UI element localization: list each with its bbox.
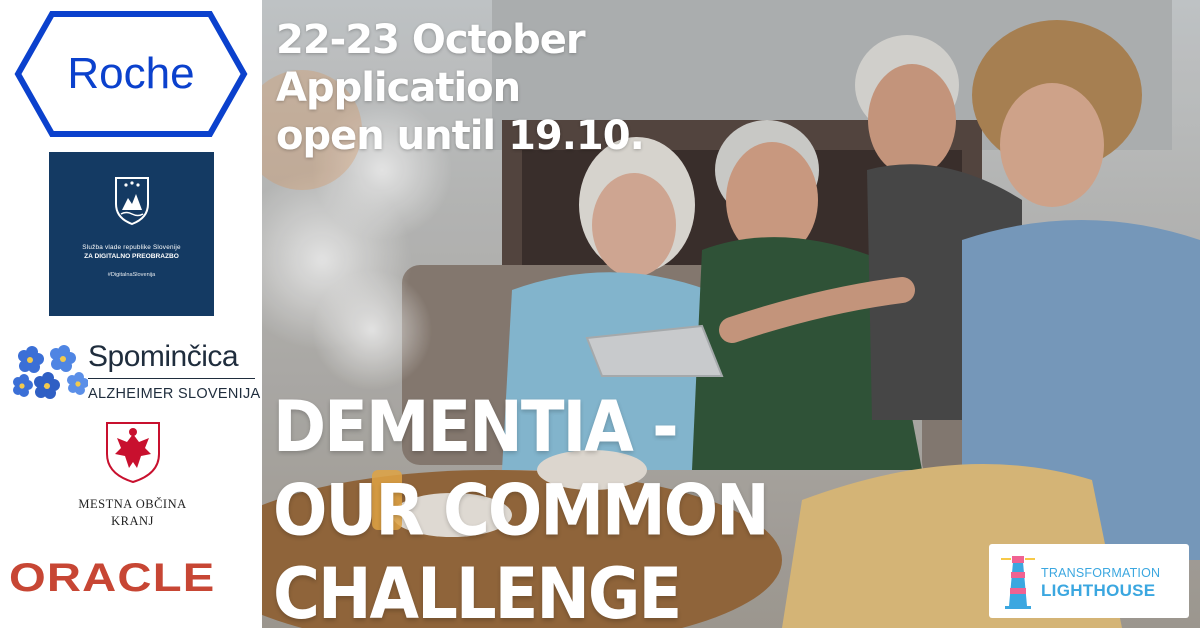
headline-date: 22-23 October <box>276 17 586 63</box>
title-line-2: OUR COMMON <box>273 470 770 553</box>
forget-me-not-icon <box>13 345 88 399</box>
sponsor-column: Roche Služba vlade republike Slovenije Z… <box>0 0 262 628</box>
roche-hexagon-icon: Roche <box>14 11 248 137</box>
kranj-line-2: KRANJ <box>111 514 154 528</box>
transformation-lighthouse-logo: TRANSFORMATION LIGHTHOUSE <box>989 544 1189 618</box>
spomincica-subtitle: ALZHEIMER SLOVENIJA <box>88 386 261 402</box>
spomincica-rule <box>88 378 255 379</box>
roche-logo: Roche <box>14 10 248 138</box>
lighthouse-line-1: TRANSFORMATION <box>1041 566 1161 580</box>
date-headline: 22-23 October Application open until 19.… <box>276 16 645 160</box>
gov-hashtag: #DigitalnaSlovenija <box>107 272 156 278</box>
title-line-1: DEMENTIA - <box>273 387 679 469</box>
headline-application: Application <box>276 65 521 111</box>
gov-line-2: ZA DIGITALNO PREOBRAZBO <box>84 253 179 260</box>
lighthouse-line-2: LIGHTHOUSE <box>1041 581 1156 600</box>
spomincica-name: Spominčica <box>88 340 239 373</box>
roche-wordmark: Roche <box>67 49 194 98</box>
spomincica-logo: Spominčica ALZHEIMER SLOVENIJA <box>10 340 260 410</box>
slovenia-crest-icon <box>114 177 149 226</box>
kranj-line-1: MESTNA OBČINA <box>78 497 187 511</box>
title-line-3: CHALLENGE <box>273 554 682 636</box>
gov-digital-logo: Služba vlade republike Slovenije ZA DIGI… <box>49 152 214 316</box>
main-title: DEMENTIA - OUR COMMON CHALLENGE <box>273 386 770 637</box>
lighthouse-icon <box>1001 556 1035 609</box>
gov-line-1: Služba vlade republike Slovenije <box>82 244 181 251</box>
oracle-logo: ORACLE <box>9 556 216 600</box>
kranj-eagle-shield-icon <box>105 422 160 484</box>
kranj-logo: MESTNA OBČINA KRANJ <box>60 420 205 540</box>
headline-deadline: open until 19.10. <box>276 113 645 159</box>
